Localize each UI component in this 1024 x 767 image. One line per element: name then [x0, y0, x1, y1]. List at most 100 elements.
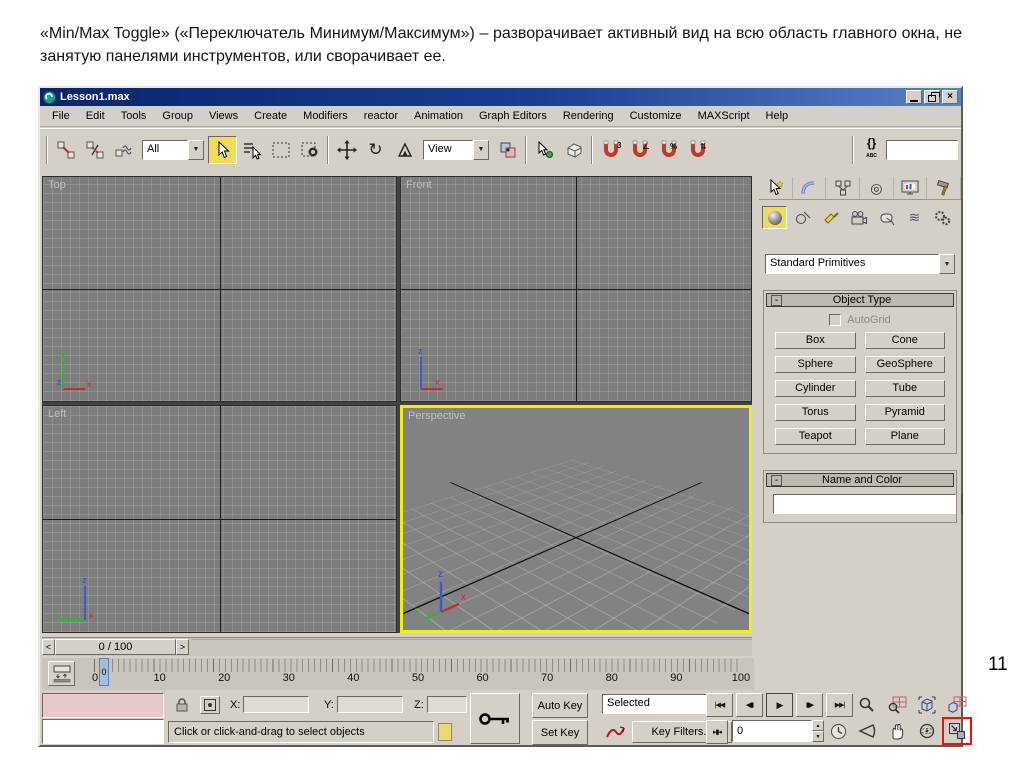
viewport-top[interactable]: Top x y z: [42, 176, 397, 402]
selection-lock-toggle[interactable]: [172, 696, 192, 714]
zoom-all-button[interactable]: [884, 693, 910, 717]
subcategory-dropdown[interactable]: Standard Primitives ▼: [765, 254, 955, 274]
viewport-perspective[interactable]: Perspective z x y: [400, 405, 752, 633]
menu-item-edit[interactable]: Edit: [78, 107, 113, 125]
bind-to-space-warp-icon[interactable]: [109, 136, 138, 164]
menu-item-group[interactable]: Group: [154, 107, 201, 125]
track-bar-ruler[interactable]: [94, 659, 742, 672]
select-by-name-icon[interactable]: [237, 136, 266, 164]
selection-filter-value[interactable]: All: [142, 140, 188, 160]
object-color-swatch[interactable]: [961, 494, 963, 514]
mini-curve-editor-button[interactable]: [48, 661, 75, 686]
frame-spinner[interactable]: ▲ ▼: [812, 720, 824, 742]
tube-button[interactable]: Tube: [865, 380, 946, 397]
unlink-selection-icon[interactable]: [80, 136, 109, 164]
current-frame-field[interactable]: 0: [732, 720, 812, 742]
time-configuration-button[interactable]: [828, 722, 848, 740]
menu-item-customize[interactable]: Customize: [622, 107, 690, 125]
subcategory-value[interactable]: Standard Primitives: [765, 254, 939, 274]
pan-button[interactable]: [884, 719, 910, 743]
next-frame-button[interactable]: ▮▶: [796, 693, 823, 717]
field-of-view-button[interactable]: [854, 719, 880, 743]
dropdown-arrow-icon[interactable]: ▼: [188, 140, 204, 160]
z-coordinate-field[interactable]: [427, 696, 467, 713]
y-coordinate-field[interactable]: [337, 696, 403, 713]
spinner-up-icon[interactable]: ▲: [812, 720, 824, 731]
menu-item-create[interactable]: Create: [246, 107, 295, 125]
autogrid-checkbox[interactable]: [829, 314, 841, 326]
geosphere-button[interactable]: GeoSphere: [865, 356, 946, 373]
time-slider-prev-icon[interactable]: <: [42, 639, 55, 655]
object-name-field[interactable]: [773, 494, 956, 514]
collapse-icon[interactable]: -: [771, 295, 782, 306]
maxscript-macro-recorder-pane[interactable]: [42, 693, 164, 718]
window-crossing-icon[interactable]: [295, 136, 324, 164]
tab-hierarchy[interactable]: [826, 177, 860, 199]
menu-item-maxscript[interactable]: MAXScript: [690, 107, 758, 125]
set-keys-button[interactable]: [470, 693, 520, 744]
spinner-down-icon[interactable]: ▼: [812, 731, 824, 742]
title-bar[interactable]: Lesson1.max ×: [40, 88, 961, 106]
category-space-warps[interactable]: ≋: [902, 206, 927, 229]
menu-item-tools[interactable]: Tools: [113, 107, 155, 125]
cone-button[interactable]: Cone: [865, 332, 946, 349]
app-logo-icon[interactable]: [43, 91, 56, 104]
set-key-button[interactable]: Set Key: [532, 720, 588, 745]
object-type-rollout-header[interactable]: - Object Type: [766, 293, 954, 307]
viewport-front[interactable]: Front x z y: [400, 176, 752, 402]
named-selection-sets-field[interactable]: [886, 140, 958, 160]
go-to-start-button[interactable]: |◀◀: [706, 693, 733, 717]
plane-button[interactable]: Plane: [865, 428, 946, 445]
category-helpers[interactable]: [874, 206, 899, 229]
play-button[interactable]: ▶: [766, 693, 793, 717]
previous-frame-button[interactable]: ◀▮: [736, 693, 763, 717]
tab-utilities[interactable]: [927, 177, 961, 199]
tab-display[interactable]: [894, 177, 928, 199]
snap-toggle-3d-icon[interactable]: 3: [596, 136, 625, 164]
menu-item-animation[interactable]: Animation: [406, 107, 471, 125]
category-lights[interactable]: [818, 206, 843, 229]
select-object-icon[interactable]: [208, 136, 237, 164]
cylinder-button[interactable]: Cylinder: [775, 380, 856, 397]
time-slider-handle[interactable]: 0 / 100: [55, 639, 176, 655]
restore-button[interactable]: [924, 90, 940, 104]
box-button[interactable]: Box: [775, 332, 856, 349]
selection-set-value[interactable]: Selected: [602, 694, 716, 714]
close-button[interactable]: ×: [942, 90, 958, 104]
sphere-button[interactable]: Sphere: [775, 356, 856, 373]
edit-named-selection-sets-icon[interactable]: {}ABC: [857, 136, 886, 164]
minimize-button[interactable]: [906, 90, 922, 104]
pyramid-button[interactable]: Pyramid: [865, 404, 946, 421]
collapse-icon[interactable]: -: [771, 475, 782, 486]
go-to-end-button[interactable]: ▶▶|: [826, 693, 853, 717]
reference-coordinate-system-dropdown[interactable]: View ▼: [423, 140, 489, 160]
select-and-link-icon[interactable]: [51, 136, 80, 164]
percent-snap-toggle-icon[interactable]: %: [654, 136, 683, 164]
time-slider-next-icon[interactable]: >: [176, 639, 189, 655]
teapot-button[interactable]: Teapot: [775, 428, 856, 445]
viewport-left[interactable]: Left y z x: [42, 405, 397, 633]
tab-modify[interactable]: [793, 177, 827, 199]
tab-create[interactable]: [759, 177, 793, 199]
menu-item-graph-editors[interactable]: Graph Editors: [471, 107, 555, 125]
zoom-button[interactable]: [854, 693, 880, 717]
keyboard-shortcut-override-icon[interactable]: [438, 723, 452, 741]
category-cameras[interactable]: [846, 206, 871, 229]
zoom-extents-button[interactable]: [914, 693, 940, 717]
use-pivot-point-center-icon[interactable]: [493, 136, 522, 164]
key-mode-toggle-button[interactable]: ▸▮◂: [706, 720, 728, 744]
torus-button[interactable]: Torus: [775, 404, 856, 421]
select-and-manipulate-icon[interactable]: [530, 136, 559, 164]
dropdown-arrow-icon[interactable]: ▼: [473, 140, 489, 160]
selection-filter-dropdown[interactable]: All ▼: [142, 140, 204, 160]
select-and-scale-icon[interactable]: [390, 136, 419, 164]
menu-item-views[interactable]: Views: [201, 107, 246, 125]
category-systems[interactable]: [930, 206, 955, 229]
category-geometry[interactable]: [762, 206, 787, 229]
select-and-rotate-icon[interactable]: ↻: [361, 136, 390, 164]
name-and-color-rollout-header[interactable]: - Name and Color: [766, 473, 954, 487]
menu-item-help[interactable]: Help: [758, 107, 797, 125]
time-slider-track[interactable]: [191, 639, 752, 655]
menu-item-rendering[interactable]: Rendering: [555, 107, 622, 125]
menu-item-file[interactable]: File: [44, 107, 78, 125]
